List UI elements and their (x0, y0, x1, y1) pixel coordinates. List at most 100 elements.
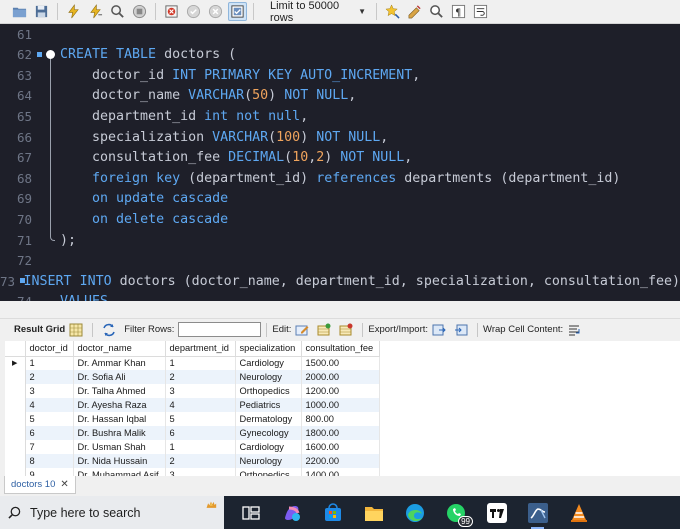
vlc-icon[interactable] (564, 498, 593, 527)
grid-icon[interactable] (69, 323, 83, 337)
table-cell[interactable]: 1000.00 (301, 398, 380, 412)
add-row-icon[interactable] (317, 323, 331, 337)
table-cell[interactable]: 5 (165, 412, 236, 426)
table-cell[interactable]: Gynecology (235, 426, 302, 440)
sql-editor[interactable]: 61 62 CREATE TABLE doctors (63 doctor_id I… (0, 24, 680, 301)
table-cell[interactable]: 1 (165, 440, 236, 454)
table-cell[interactable]: 6 (25, 426, 74, 440)
code-line[interactable]: 61 (0, 24, 680, 44)
taskbar-search-box[interactable]: Type here to search (0, 496, 224, 529)
delete-row-icon[interactable] (339, 323, 353, 337)
table-cell[interactable]: 3 (165, 468, 236, 476)
table-cell[interactable]: 2000.00 (301, 370, 380, 384)
table-cell[interactable]: Dr. Talha Ahmed (73, 384, 166, 398)
row-header[interactable] (5, 426, 26, 440)
mysql-workbench-icon[interactable] (523, 498, 552, 529)
code-line[interactable]: 70 on delete cascade (0, 209, 680, 231)
table-cell[interactable]: Orthopedics (235, 468, 302, 476)
table-cell[interactable]: Pediatrics (235, 398, 302, 412)
row-header[interactable] (5, 384, 26, 398)
limit-rows-select[interactable]: Limit to 50000 rows ▼ (266, 0, 370, 24)
table-cell[interactable]: Dr. Bushra Malik (73, 426, 166, 440)
execute-current-icon[interactable] (86, 2, 105, 21)
table-cell[interactable]: Dr. Hassan Iqbal (73, 412, 166, 426)
word-wrap-icon[interactable] (471, 2, 490, 21)
column-header-specialization[interactable]: specialization (235, 341, 302, 357)
column-header-doctor-id[interactable]: doctor_id (25, 341, 74, 357)
table-cell[interactable]: 6 (165, 426, 236, 440)
code-line[interactable]: 71); (0, 230, 680, 250)
table-cell[interactable]: 9 (25, 468, 74, 476)
filter-rows-input[interactable] (178, 322, 262, 337)
save-icon[interactable] (32, 2, 51, 21)
table-cell[interactable]: 4 (165, 398, 236, 412)
code-line[interactable]: 64 doctor_name VARCHAR(50) NOT NULL, (0, 85, 680, 107)
result-grid[interactable]: doctor_id doctor_name department_id special… (5, 341, 680, 476)
table-cell[interactable]: Neurology (235, 370, 302, 384)
execute-icon[interactable] (64, 2, 83, 21)
table-cell[interactable]: Dr. Muhammad Asif (73, 468, 166, 476)
beautify-star-icon[interactable] (383, 2, 402, 21)
table-row[interactable]: 6 Dr. Bushra Malik 6 Gynecology 1800.00 (5, 426, 380, 440)
table-cell[interactable]: 7 (25, 440, 74, 454)
file-explorer-icon[interactable] (359, 498, 388, 527)
code-line[interactable]: 74 VALUES (0, 292, 680, 301)
result-grid-tab[interactable]: Result Grid (14, 324, 65, 335)
explain-icon[interactable] (108, 2, 127, 21)
table-cell[interactable]: Cardiology (235, 440, 302, 454)
table-cell[interactable]: 800.00 (301, 412, 380, 426)
store-icon[interactable] (318, 498, 347, 527)
code-line[interactable]: 68 foreign key (department_id) reference… (0, 168, 680, 190)
find-icon[interactable] (427, 2, 446, 21)
beautify-icon[interactable] (405, 2, 424, 21)
table-cell[interactable]: 2 (165, 454, 236, 468)
wrap-cell-icon[interactable] (567, 323, 581, 337)
table-cell[interactable]: 3 (25, 384, 74, 398)
table-cell[interactable]: 1400.00 (301, 468, 380, 476)
close-icon[interactable]: ✕ (60, 479, 68, 490)
table-cell[interactable]: Orthopedics (235, 384, 302, 398)
result-tab-doctors[interactable]: doctors 10 ✕ (4, 476, 76, 494)
whatsapp-icon[interactable]: 99 (441, 498, 473, 527)
table-row[interactable]: 5 Dr. Hassan Iqbal 5 Dermatology 800.00 (5, 412, 380, 426)
table-cell[interactable]: Dr. Usman Shah (73, 440, 166, 454)
table-cell[interactable]: 3 (165, 384, 236, 398)
table-row[interactable]: 8 Dr. Nida Hussain 2 Neurology 2200.00 (5, 454, 380, 468)
column-header-department-id[interactable]: department_id (165, 341, 236, 357)
stop-on-error-icon[interactable] (162, 2, 181, 21)
edit-row-icon[interactable] (295, 323, 309, 337)
table-cell[interactable]: 1 (165, 356, 236, 370)
table-cell[interactable]: 5 (25, 412, 74, 426)
code-line[interactable]: 67 consultation_fee DECIMAL(10,2) NOT NU… (0, 147, 680, 169)
row-header[interactable] (5, 370, 26, 384)
row-header[interactable] (5, 440, 26, 454)
code-line[interactable]: 73 INSERT INTO doctors (doctor_name, depa… (0, 271, 680, 291)
table-cell[interactable]: 1800.00 (301, 426, 380, 440)
table-row[interactable]: ▶ 1 Dr. Ammar Khan 1 Cardiology 1500.00 (5, 356, 380, 370)
table-cell[interactable]: Dr. Ammar Khan (73, 356, 166, 370)
table-row[interactable]: 9 Dr. Muhammad Asif 3 Orthopedics 1400.00 (5, 468, 380, 476)
export-icon[interactable] (432, 323, 446, 337)
code-line[interactable]: 62 CREATE TABLE doctors ( (0, 45, 680, 66)
table-row[interactable]: 2 Dr. Sofia Ali 2 Neurology 2000.00 (5, 370, 380, 384)
row-header[interactable] (5, 468, 26, 476)
fold-toggle-icon[interactable] (46, 49, 55, 59)
table-cell[interactable]: Cardiology (235, 356, 302, 370)
invisible-chars-icon[interactable]: ¶ (449, 2, 468, 21)
code-line[interactable]: 63 doctor_id INT PRIMARY KEY AUTO_INCREM… (0, 65, 680, 87)
column-header-doctor-name[interactable]: doctor_name (73, 341, 166, 357)
row-header[interactable] (5, 454, 26, 468)
tradingview-icon[interactable] (482, 498, 511, 527)
commit-icon[interactable] (184, 2, 203, 21)
table-cell[interactable]: Dermatology (235, 412, 302, 426)
stop-icon[interactable] (130, 2, 149, 21)
editor-results-splitter[interactable] (0, 301, 680, 319)
row-header[interactable] (5, 412, 26, 426)
autocommit-toggle-icon[interactable] (228, 2, 247, 21)
table-cell[interactable]: 1500.00 (301, 356, 380, 370)
current-row-arrow-icon[interactable]: ▶ (5, 356, 26, 370)
refresh-icon[interactable] (102, 323, 116, 337)
column-header-consultation-fee[interactable]: consultation_fee (301, 341, 380, 357)
code-line[interactable]: 69 on update cascade (0, 188, 680, 210)
table-cell[interactable]: Dr. Nida Hussain (73, 454, 166, 468)
